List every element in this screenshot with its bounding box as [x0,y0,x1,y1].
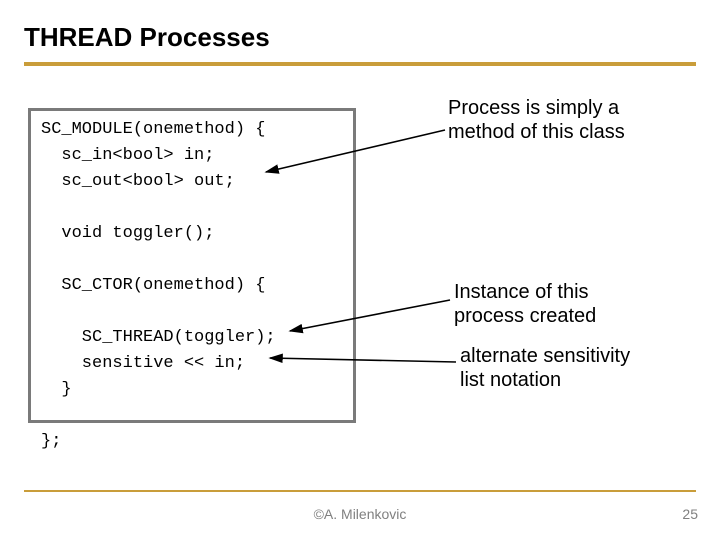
footer-author: ©A. Milenkovic [0,506,720,522]
code-box: SC_MODULE(onemethod) { sc_in<bool> in; s… [28,108,356,423]
slide-title: THREAD Processes [24,22,270,53]
annotation-process-method: Process is simply a method of this class [448,96,658,144]
title-underline [24,62,696,66]
annotation-instance-created: Instance of this process created [454,280,654,328]
annotation-sensitivity-notation: alternate sensitivity list notation [460,344,660,392]
page-number: 25 [682,506,698,522]
footer-rule [24,490,696,492]
